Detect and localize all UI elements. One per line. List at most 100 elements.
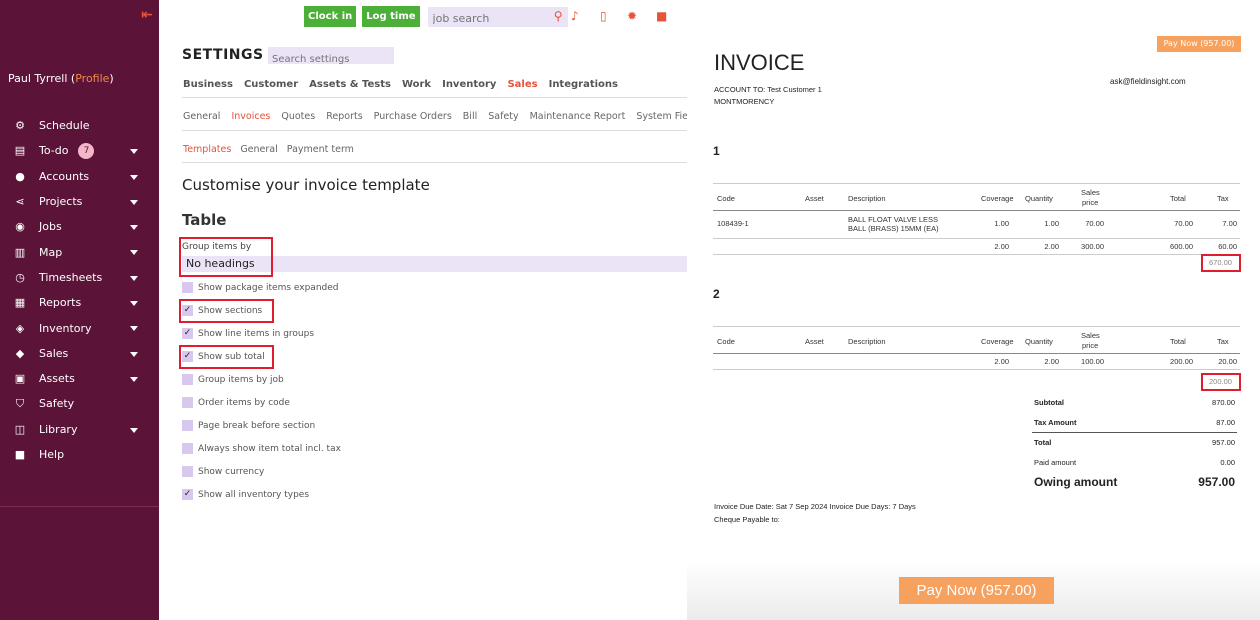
col-quantity: Quantity	[1025, 194, 1053, 203]
sidebar-item-label: Timesheets	[39, 270, 103, 284]
tab-business[interactable]: Business	[183, 79, 233, 90]
settings-panel: Clock in Log time ⚲ ♪ ▯ ✹ ■ SETTINGS Bus…	[159, 0, 702, 620]
col-code: Code	[717, 337, 735, 346]
checkbox[interactable]	[182, 397, 193, 408]
table-row: 108439-1 BALL FLOAT VALVE LESS BALL (BRA…	[713, 211, 1240, 239]
search-icon[interactable]: ⚲	[554, 9, 563, 23]
chevron-down-icon[interactable]	[130, 174, 138, 180]
sidebar-item-schedule[interactable]: ⚙ Schedule	[0, 113, 159, 138]
col-code: Code	[717, 194, 735, 203]
invoice-email: ask@fieldinsight.com	[1110, 77, 1186, 86]
cell-sales-price: 100.00	[1081, 357, 1104, 366]
tab-invoices[interactable]: Invoices	[231, 111, 270, 122]
cell-description: BALL (BRASS) 15MM (EA)	[848, 224, 939, 233]
summary-value: 957.00	[1198, 475, 1235, 489]
tab-work[interactable]: Work	[402, 79, 431, 90]
tab-invoice-general[interactable]: General	[240, 144, 277, 155]
clock-icon: ◷	[15, 270, 25, 284]
checkbox-checked[interactable]: ✓	[182, 328, 193, 339]
option-group-items-by-job[interactable]: Group items by job	[182, 374, 284, 385]
tab-assets-tests[interactable]: Assets & Tests	[309, 79, 391, 90]
schedule-icon: ⚙	[15, 119, 25, 133]
tab-payment-term[interactable]: Payment term	[287, 144, 354, 155]
sidebar-item-reports[interactable]: ▦ Reports	[0, 290, 159, 315]
chevron-down-icon[interactable]	[130, 199, 138, 205]
tab-safety[interactable]: Safety	[488, 111, 518, 122]
tab-integrations[interactable]: Integrations	[549, 79, 618, 90]
gear-icon[interactable]: ✹	[627, 9, 637, 23]
option-show-line-items-in-groups[interactable]: ✓ Show line items in groups	[182, 328, 314, 339]
profile-link[interactable]: Profile	[75, 72, 109, 85]
checkbox[interactable]	[182, 466, 193, 477]
checkbox[interactable]	[182, 420, 193, 431]
tab-maintenance-report[interactable]: Maintenance Report	[530, 111, 626, 122]
chevron-down-icon[interactable]	[130, 427, 138, 433]
pay-now-button-top[interactable]: Pay Now (957.00)	[1157, 36, 1241, 52]
sidebar-item-projects[interactable]: ⋖ Projects	[0, 189, 159, 214]
sidebar-item-label: Jobs	[39, 220, 62, 234]
chevron-down-icon[interactable]	[130, 301, 138, 307]
log-time-button[interactable]: Log time	[362, 6, 420, 27]
col-asset: Asset	[805, 337, 824, 346]
chevron-down-icon[interactable]	[130, 250, 138, 256]
pay-now-button-bottom[interactable]: Pay Now (957.00)	[899, 577, 1054, 604]
footer-line: Cheque Payable to:	[714, 515, 780, 524]
sidebar-item-library[interactable]: ◫ Library	[0, 417, 159, 442]
chevron-down-icon[interactable]	[130, 225, 138, 231]
chevron-down-icon[interactable]	[130, 326, 138, 332]
tab-general[interactable]: General	[183, 111, 220, 122]
checkbox[interactable]	[182, 282, 193, 293]
tab-purchase-orders[interactable]: Purchase Orders	[374, 111, 452, 122]
col-tax: Tax	[1217, 194, 1229, 203]
tab-reports[interactable]: Reports	[326, 111, 362, 122]
settings-search-input[interactable]	[268, 51, 394, 68]
tab-quotes[interactable]: Quotes	[281, 111, 315, 122]
option-page-break-before-section[interactable]: Page break before section	[182, 420, 315, 431]
highlight-box	[179, 345, 274, 369]
invoice-preview: Pay Now (957.00) INVOICE ACCOUNT TO: Tes…	[687, 0, 1260, 620]
chevron-down-icon[interactable]	[130, 376, 138, 382]
sidebar-item-label: Sales	[39, 346, 69, 360]
sidebar-item-map[interactable]: ▥ Map	[0, 239, 159, 264]
chevron-down-icon[interactable]	[130, 351, 138, 357]
sidebar-item-inventory[interactable]: ◈ Inventory	[0, 315, 159, 340]
checkbox-checked[interactable]: ✓	[182, 489, 193, 500]
option-show-package-items-expanded[interactable]: Show package items expanded	[182, 282, 338, 293]
tab-customer[interactable]: Customer	[244, 79, 298, 90]
summary-value: 870.00	[1212, 398, 1235, 407]
option-show-currency[interactable]: Show currency	[182, 466, 264, 477]
sidebar-item-help[interactable]: ■ Help	[0, 442, 159, 467]
tab-bill[interactable]: Bill	[463, 111, 477, 122]
cell-total: 200.00	[1170, 357, 1193, 366]
sidebar-item-todo[interactable]: ▤ To-do 7	[0, 138, 159, 163]
bell-icon[interactable]: ♪	[571, 9, 579, 23]
tab-sales[interactable]: Sales	[507, 79, 537, 90]
checkbox[interactable]	[182, 374, 193, 385]
collapse-sidebar-icon[interactable]: ⇤	[141, 7, 153, 23]
option-label: Always show item total incl. tax	[198, 443, 341, 454]
invoice-account: ACCOUNT TO: Test Customer 1 MONTMORENCY	[714, 84, 822, 108]
tab-templates[interactable]: Templates	[183, 144, 231, 155]
bookmark-icon[interactable]: ■	[656, 9, 667, 23]
chevron-down-icon[interactable]	[130, 275, 138, 281]
checkbox[interactable]	[182, 443, 193, 454]
job-search-box: ⚲	[427, 6, 568, 28]
sidebar: ⇤ Paul Tyrrell (Profile) ⚙ Schedule ▤ To-d…	[0, 0, 159, 620]
mobile-icon[interactable]: ▯	[600, 9, 607, 23]
tab-inventory[interactable]: Inventory	[442, 79, 496, 90]
option-always-show-item-total-incl-tax[interactable]: Always show item total incl. tax	[182, 443, 341, 454]
cell-tax: 20.00	[1218, 357, 1237, 366]
option-label: Group items by job	[198, 374, 284, 385]
sidebar-item-accounts[interactable]: ● Accounts	[0, 164, 159, 189]
col-price: price	[1082, 341, 1099, 350]
sidebar-item-safety[interactable]: ⛉ Safety	[0, 391, 159, 416]
sidebar-item-jobs[interactable]: ◉ Jobs	[0, 214, 159, 239]
job-search-input[interactable]	[427, 8, 548, 28]
chevron-down-icon[interactable]	[130, 149, 138, 155]
clock-in-button[interactable]: Clock in	[304, 6, 357, 27]
option-show-all-inventory-types[interactable]: ✓ Show all inventory types	[182, 489, 309, 500]
sidebar-item-sales[interactable]: ◆ Sales	[0, 341, 159, 366]
sidebar-item-timesheets[interactable]: ◷ Timesheets	[0, 265, 159, 290]
option-order-items-by-code[interactable]: Order items by code	[182, 397, 290, 408]
sidebar-item-assets[interactable]: ▣ Assets	[0, 366, 159, 391]
